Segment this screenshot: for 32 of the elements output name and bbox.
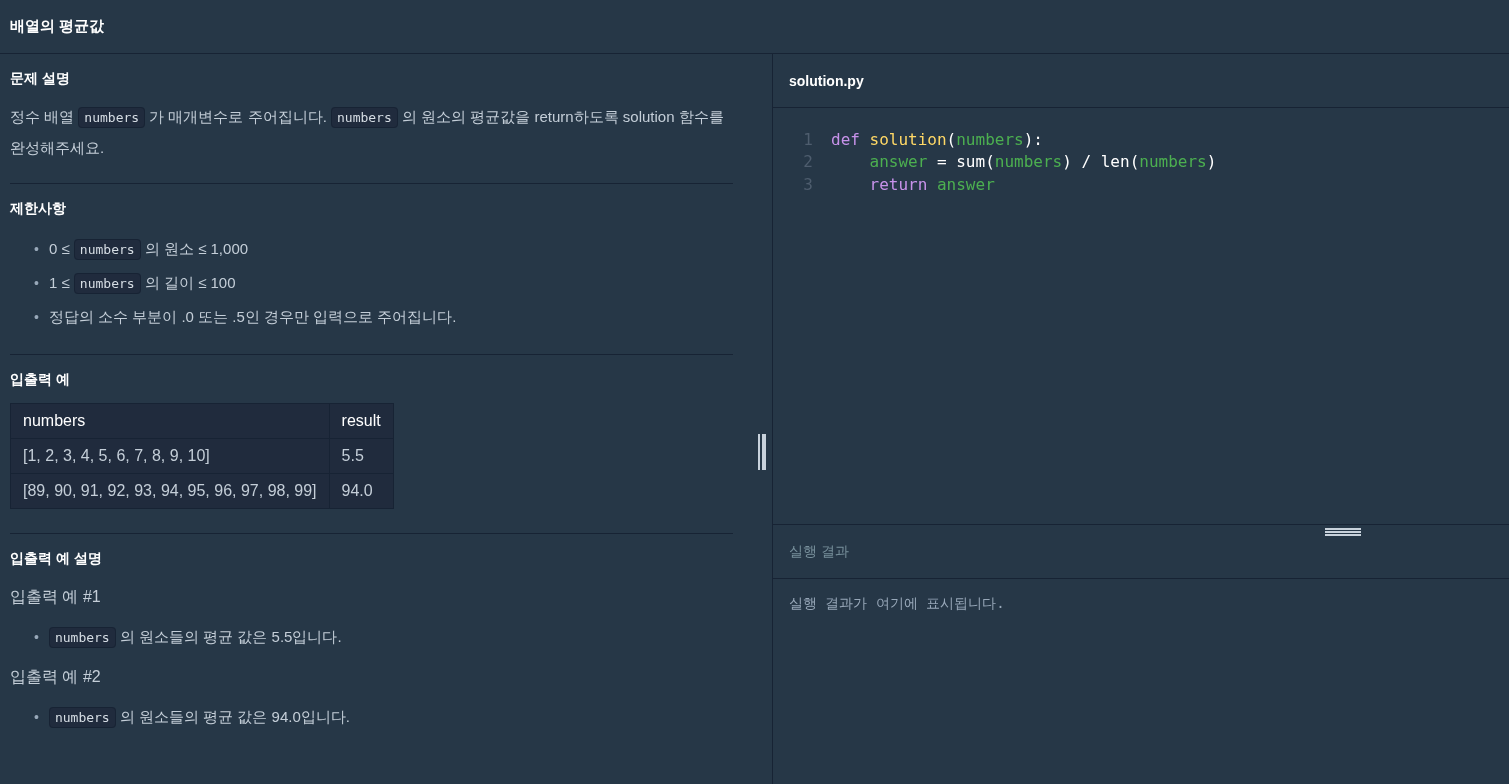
- result-heading: 실행 결과: [789, 542, 849, 561]
- resize-handle[interactable]: [1325, 528, 1361, 536]
- section-heading: 제한사항: [10, 200, 67, 218]
- explanation-item: numbers 의 원소들의 평균 값은 94.0입니다.: [48, 704, 350, 730]
- list-bullet: •: [34, 240, 39, 259]
- section-heading: 입출력 예: [10, 371, 71, 389]
- table-cell: 5.5: [329, 438, 394, 474]
- constraint-item: 1 ≤ numbers 의 길이 ≤ 100: [48, 270, 236, 296]
- example-title: 입출력 예 #1: [10, 587, 102, 607]
- code-line[interactable]: return answer: [831, 174, 995, 194]
- resize-handle[interactable]: [758, 434, 766, 470]
- table-cell: [89, 90, 91, 92, 93, 94, 95, 96, 97, 98, 99]: [10, 473, 330, 509]
- example-title: 입출력 예 #2: [10, 667, 102, 687]
- table-header: numbers: [10, 403, 330, 439]
- code-line[interactable]: answer = sum(numbers) / len(numbers): [831, 152, 1217, 172]
- constraint-item: 정답의 소수 부분이 .0 또는 .5인 경우만 입력으로 주어집니다.: [48, 307, 457, 327]
- section-heading: 문제 설명: [10, 70, 71, 88]
- table-cell: 94.0: [329, 473, 394, 509]
- explanation-item: numbers 의 원소들의 평균 값은 5.5입니다.: [48, 624, 342, 650]
- file-tab[interactable]: solution.py: [789, 72, 864, 89]
- list-bullet: •: [34, 308, 39, 327]
- problem-title: 배열의 평균값: [10, 17, 105, 36]
- list-bullet: •: [34, 708, 39, 727]
- problem-description: 정수 배열 numbers 가 매개변수로 주어집니다. numbers 의 원소의 평균값을 return하도록 solution 함수를 완성해주세요.: [10, 106, 725, 158]
- constraint-item: 0 ≤ numbers 의 원소 ≤ 1,000: [48, 236, 249, 262]
- list-bullet: •: [34, 274, 39, 293]
- table-header: result: [329, 403, 394, 439]
- table-cell: [1, 2, 3, 4, 5, 6, 7, 8, 9, 10]: [10, 438, 330, 474]
- section-heading: 입출력 예 설명: [10, 550, 103, 568]
- list-bullet: •: [34, 628, 39, 647]
- code-line[interactable]: def solution(numbers):: [831, 129, 1043, 149]
- result-message: 실행 결과가 여기에 표시됩니다.: [788, 594, 1006, 613]
